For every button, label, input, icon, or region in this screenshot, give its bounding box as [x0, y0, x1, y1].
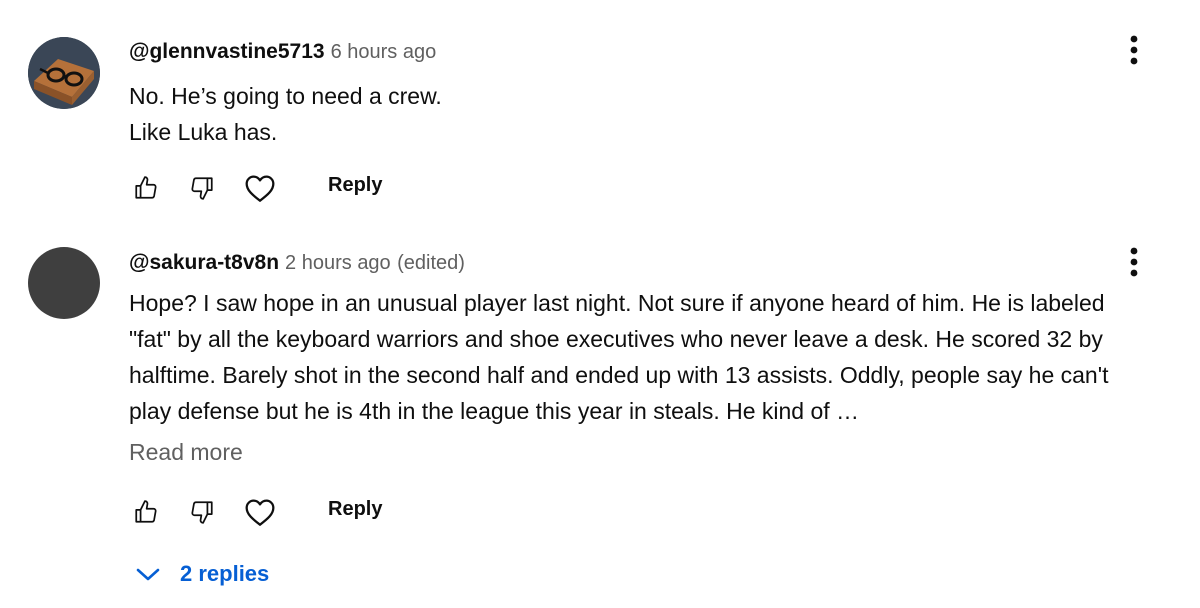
more-vert-icon — [1130, 247, 1138, 277]
replies-count-label[interactable]: 2 replies — [180, 561, 269, 587]
avatar[interactable] — [28, 247, 100, 319]
thumbs-up-icon — [135, 500, 157, 523]
like-button[interactable] — [126, 492, 166, 532]
heart-button[interactable] — [240, 492, 280, 532]
chevron-down-icon — [136, 568, 160, 581]
reply-button[interactable]: Reply — [328, 498, 382, 521]
comment-header: @sakura-t8v8n 2 hours ago (edited) — [129, 251, 465, 275]
view-replies-button[interactable]: 2 replies — [134, 556, 269, 592]
comment-2: @sakura-t8v8n 2 hours ago (edited) Hope? … — [0, 0, 1200, 608]
edited-label: (edited) — [397, 252, 465, 274]
heart-icon — [245, 499, 275, 526]
comment-text: Hope? I saw hope in an unusual player la… — [129, 290, 1109, 424]
author-name[interactable]: @sakura-t8v8n — [129, 251, 279, 274]
comment-menu-button[interactable] — [1118, 242, 1150, 282]
dislike-button[interactable] — [182, 492, 222, 532]
timestamp[interactable]: 2 hours ago — [285, 252, 391, 274]
thumbs-down-icon — [191, 501, 213, 524]
read-more-button[interactable]: Read more — [129, 439, 243, 466]
